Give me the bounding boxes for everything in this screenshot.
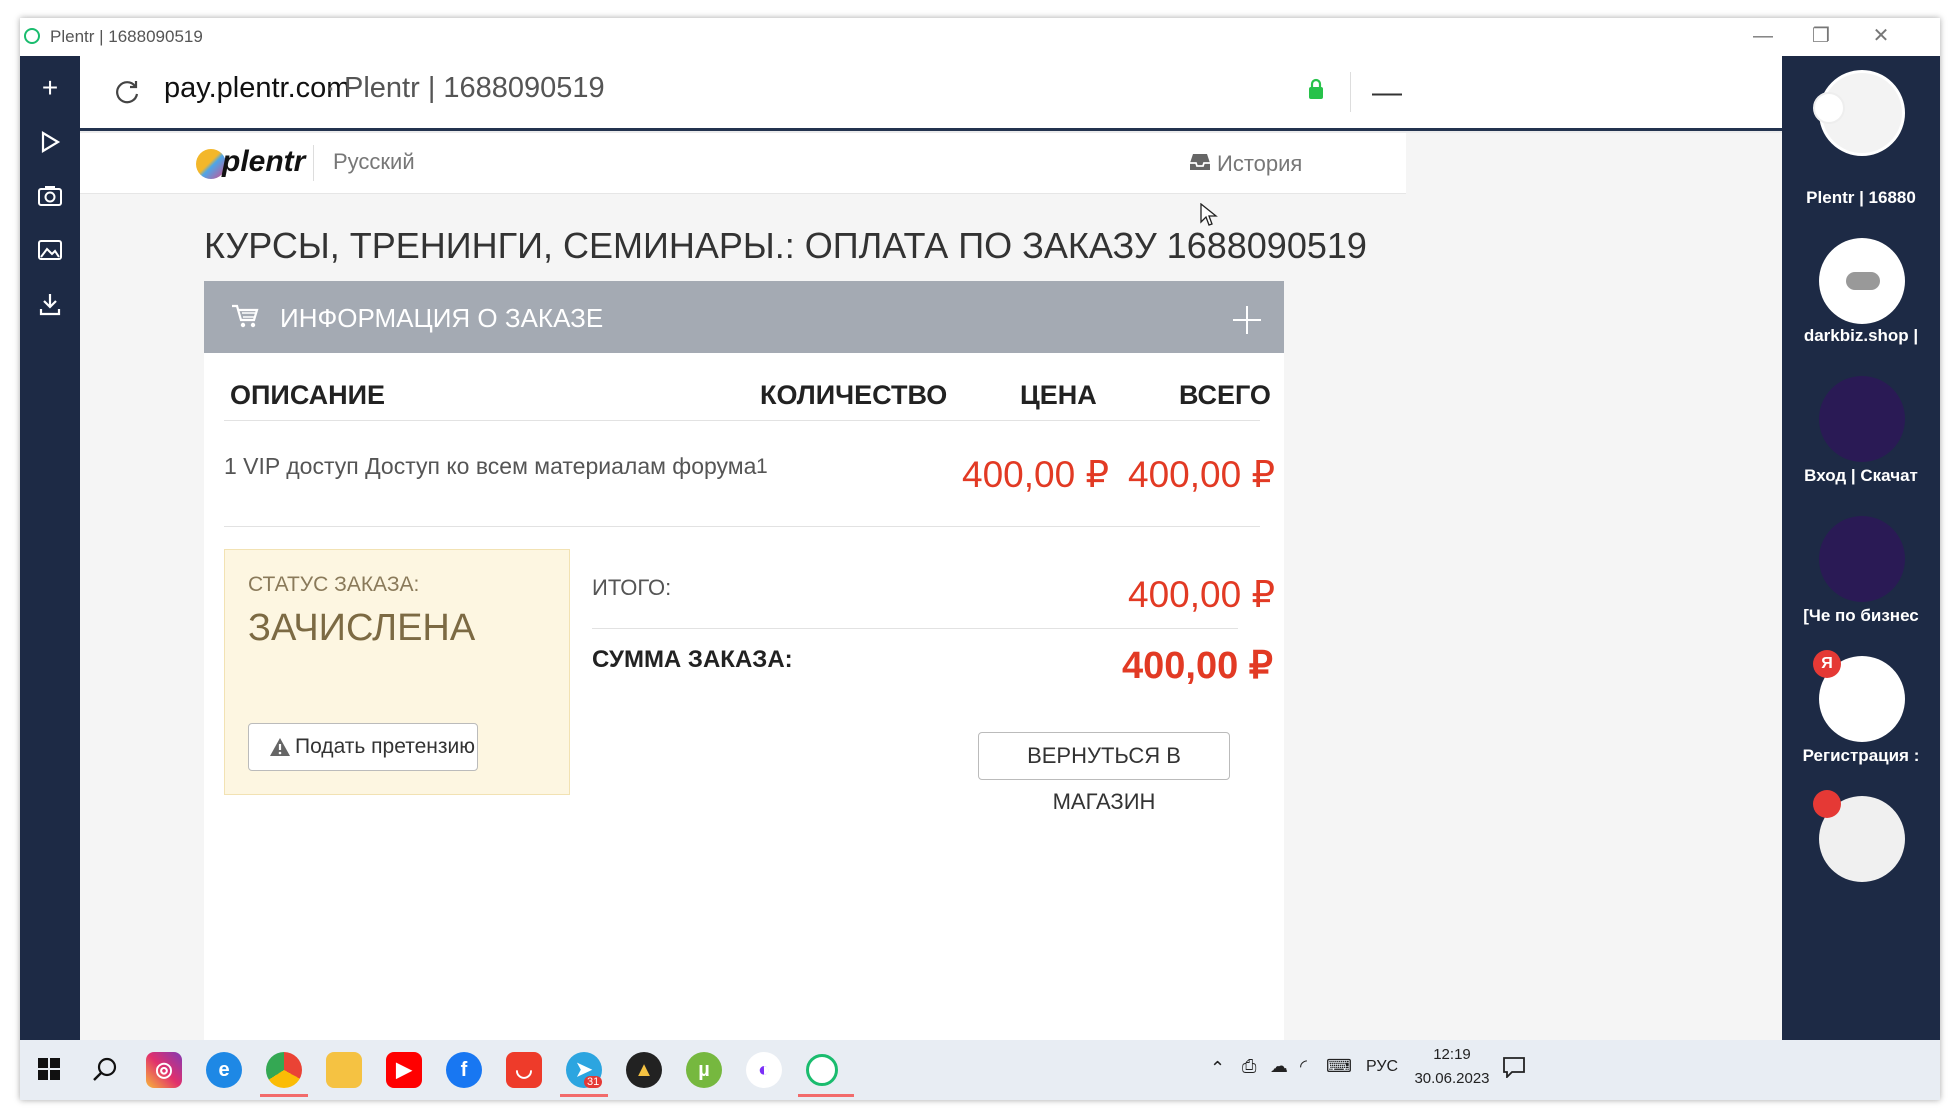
language-selector[interactable]: Русский — [333, 149, 415, 175]
aliexpress-icon[interactable]: ◡ — [506, 1052, 542, 1088]
active-app-indicator — [798, 1094, 854, 1097]
status-label: СТАТУС ЗАКАЗА: — [248, 573, 420, 596]
speed-dial-vhod[interactable] — [1819, 376, 1905, 462]
panel-title: ИНФОРМАЦИЯ О ЗАКАЗЕ — [280, 303, 604, 333]
aimp-icon[interactable]: ▲ — [626, 1052, 662, 1088]
url-domain[interactable]: pay.plentr.com — [164, 72, 350, 105]
keyboard-icon[interactable]: ⌨ — [1326, 1056, 1352, 1077]
yandex-icon: Я — [1813, 650, 1841, 678]
speed-dial-label[interactable]: Регистрация : — [1782, 746, 1940, 766]
sum-value: 400,00 ₽ — [1122, 645, 1273, 687]
complaint-button-label: Подать претензию — [295, 735, 475, 758]
map-pin-icon — [1813, 790, 1841, 818]
windows-taskbar: ◎ e ▶ f ◡ ➤ 31 ▲ µ ◐ ⌃ ⎙ ☁ ◜ ⌨ РУС 12:19… — [20, 1040, 1940, 1100]
expand-plus-icon[interactable] — [1232, 305, 1262, 335]
page-title: КУРСЫ, ТРЕНИНГИ, СЕМИНАРЫ.: ОПЛАТА ПО ЗА… — [204, 225, 1367, 266]
col-price: ЦЕНА — [1020, 380, 1097, 410]
item-total: 400,00 ₽ — [1128, 454, 1275, 495]
notifications-icon[interactable] — [1502, 1056, 1526, 1080]
instagram-icon[interactable]: ◎ — [146, 1052, 182, 1088]
speed-dial-label[interactable]: darkbiz.shop | — [1782, 326, 1940, 346]
search-icon[interactable] — [92, 1056, 118, 1082]
left-sidebar: + — [20, 56, 80, 1040]
close-button[interactable]: ✕ — [1868, 24, 1894, 48]
mouse-cursor-icon — [1200, 202, 1218, 227]
col-total: ВСЕГО — [1179, 380, 1271, 410]
camera-icon[interactable] — [28, 174, 72, 218]
opera-icon[interactable] — [806, 1054, 838, 1086]
address-bar: pay.plentr.com · Plentr | 1688090519 — — [80, 56, 1890, 131]
table-divider — [224, 420, 1260, 421]
play-icon[interactable] — [28, 120, 72, 164]
web-page: plentr Русский История КУРСЫ, ТРЕНИНГИ, … — [80, 133, 1888, 1040]
speed-dial-label[interactable]: [Че по бизнес — [1782, 606, 1940, 626]
utorrent-icon[interactable]: µ — [686, 1052, 722, 1088]
clock-date[interactable]: 30.06.2023 — [1412, 1070, 1492, 1087]
clock-time[interactable]: 12:19 — [1422, 1046, 1482, 1063]
meet-now-icon[interactable]: ⎙ — [1242, 1056, 1256, 1077]
return-to-shop-button[interactable]: ВЕРНУТЬСЯ В МАГАЗИН — [978, 732, 1230, 814]
speed-dial-che-po-biznesu[interactable] — [1819, 516, 1905, 602]
window-title: Plentr | 1688090519 — [50, 27, 203, 46]
facebook-icon[interactable]: f — [446, 1052, 482, 1088]
minimize-tab-icon[interactable]: — — [1372, 76, 1402, 109]
speed-dial-sidebar: Plentr | 16880 darkbiz.shop | Вход | Ска… — [1782, 56, 1940, 1040]
col-quantity: КОЛИЧЕСТВО — [760, 380, 948, 410]
cloud-icon — [1846, 272, 1880, 290]
opera-logo-icon — [24, 28, 40, 44]
item-quantity: 1 — [756, 455, 768, 478]
url-separator: · — [326, 72, 336, 104]
chrome-icon[interactable] — [266, 1052, 302, 1088]
col-description: ОПИСАНИЕ — [230, 380, 386, 410]
plus-icon[interactable]: + — [28, 66, 72, 110]
title-bar: Plentr | 1688090519 — ❐ ✕ — [20, 18, 1940, 56]
status-value: ЗАЧИСЛЕНА — [248, 607, 476, 649]
sum-label: СУММА ЗАКАЗА: — [592, 646, 793, 673]
restore-button[interactable]: ❐ — [1808, 24, 1834, 48]
browser-content: pay.plentr.com · Plentr | 1688090519 — p… — [80, 56, 1890, 1040]
windows-start-icon[interactable] — [38, 1058, 60, 1080]
cart-icon — [230, 303, 260, 329]
history-link[interactable]: История — [1217, 151, 1302, 177]
active-app-indicator — [260, 1094, 308, 1097]
warning-icon — [270, 738, 290, 756]
youtube-icon[interactable]: ▶ — [386, 1052, 422, 1088]
minimize-button[interactable]: — — [1750, 24, 1776, 48]
header-divider — [313, 145, 314, 181]
edge-icon[interactable]: e — [206, 1052, 242, 1088]
telegram-badge: 31 — [584, 1076, 603, 1088]
speed-dial-label[interactable]: Plentr | 16880 — [1782, 188, 1940, 208]
row-divider — [224, 526, 1260, 527]
totals-divider — [592, 628, 1238, 629]
item-price: 400,00 ₽ — [962, 454, 1109, 495]
network-error-icon[interactable]: ☁ — [1270, 1056, 1288, 1077]
plentr-favicon-icon — [1813, 92, 1845, 124]
url-page-title[interactable]: Plentr | 1688090519 — [344, 72, 605, 105]
speed-dial-label[interactable]: Вход | Скачат — [1782, 466, 1940, 486]
show-hidden-icons[interactable]: ⌃ — [1210, 1058, 1225, 1079]
app-icon[interactable]: ◐ — [746, 1052, 782, 1088]
reload-icon[interactable] — [110, 75, 144, 109]
inbox-icon[interactable] — [1188, 151, 1212, 173]
download-icon[interactable] — [28, 282, 72, 326]
complaint-button[interactable]: Подать претензию — [248, 723, 478, 771]
site-logo[interactable]: plentr — [222, 145, 305, 179]
browser-window: Plentr | 1688090519 — ❐ ✕ + pay.plentr.c… — [20, 18, 1940, 1100]
language-indicator[interactable]: РУС — [1366, 1058, 1398, 1076]
subtotal-label: ИТОГО: — [592, 575, 672, 600]
subtotal-value: 400,00 ₽ — [1128, 574, 1275, 615]
lock-icon[interactable] — [1308, 78, 1324, 100]
wifi-icon[interactable]: ◜ — [1300, 1056, 1307, 1077]
image-icon[interactable] — [28, 228, 72, 272]
divider — [1350, 72, 1351, 112]
file-explorer-icon[interactable] — [326, 1052, 362, 1088]
active-app-indicator — [560, 1094, 608, 1097]
item-description: 1 VIP доступ Доступ ко всем материалам ф… — [224, 453, 757, 479]
